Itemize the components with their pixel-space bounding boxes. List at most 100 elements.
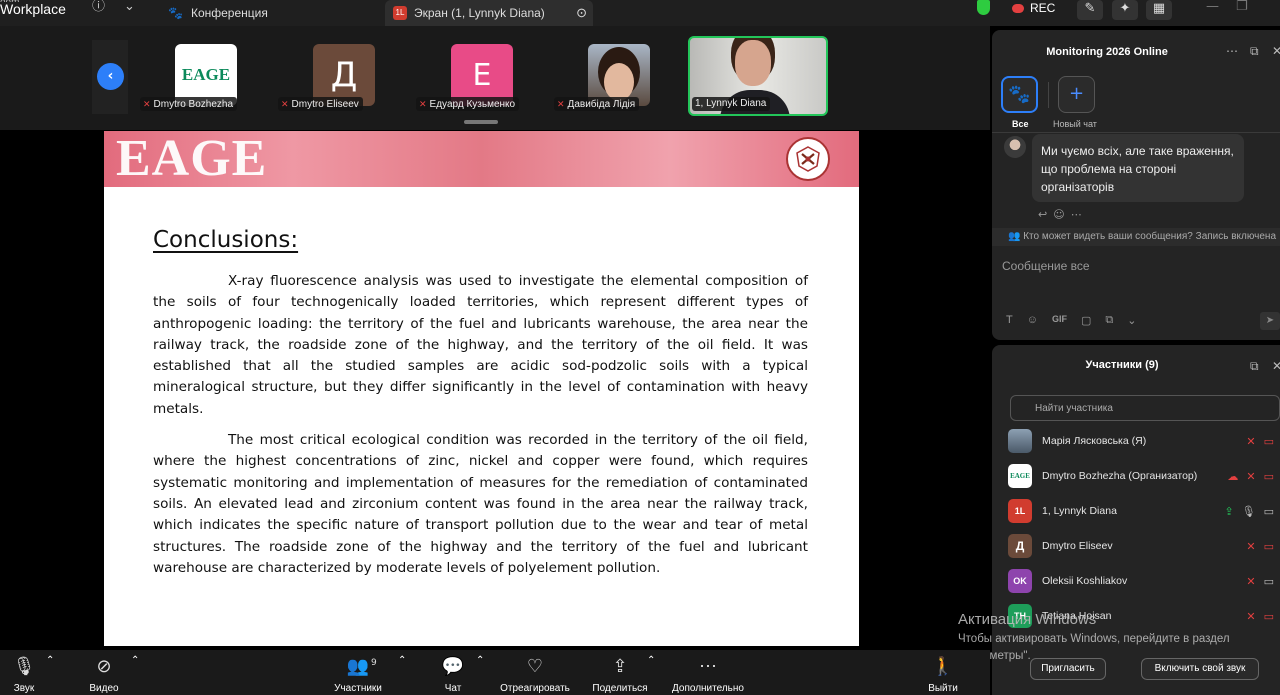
annotate-pen-icon[interactable]: ✎ xyxy=(1077,0,1103,20)
participant-row[interactable]: Марія Лясковська (Я) ✕ ▭ xyxy=(1008,429,1280,453)
video-off-icon: ▭ xyxy=(1263,539,1274,553)
emoji-react-icon[interactable]: ☺ xyxy=(1053,208,1070,221)
chat-options-caret[interactable]: ⌃ xyxy=(476,655,484,666)
participant-row[interactable]: EAGE Dmytro Bozhezha (Организатор) ☁ ✕ ▭ xyxy=(1008,464,1280,488)
participants-count: 9 xyxy=(371,658,377,668)
participants-close-icon[interactable]: ✕ xyxy=(1272,359,1280,373)
audio-label: Звук xyxy=(13,683,35,694)
sender-avatar xyxy=(1004,136,1026,158)
leave-button[interactable]: 🚶 Выйти xyxy=(926,655,960,694)
participant-avatar: EAGE xyxy=(1008,464,1032,488)
participants-popout-icon[interactable]: ⧉ xyxy=(1250,359,1259,374)
chat-button[interactable]: 💬 Чат xyxy=(440,655,466,694)
people-icon: 👥 xyxy=(346,656,370,676)
recording-indicator[interactable]: REC xyxy=(1012,0,1055,16)
unmute-self-button[interactable]: Включить свой звук xyxy=(1141,658,1259,680)
tab-screen-share[interactable]: 1L Экран (1, Lynnyk Diana) ⊙ xyxy=(385,0,593,26)
send-icon[interactable]: ➤ xyxy=(1260,312,1280,330)
reply-icon[interactable]: ↩ xyxy=(1038,208,1053,221)
thumb-name-text: Dmytro Eliseev xyxy=(291,99,359,110)
chat-more-icon[interactable]: ⋯ xyxy=(1226,44,1238,58)
tab-screen-label: Экран (1, Lynnyk Diana) xyxy=(414,6,545,20)
minimize-icon[interactable]: — xyxy=(1206,0,1219,14)
thumb-name-eliseev: ✕ Dmytro Eliseev xyxy=(278,97,363,111)
message-actions: ↩☺⋯ xyxy=(1038,208,1088,221)
participant-name: Oleksii Koshliakov xyxy=(1042,575,1128,587)
tab-conference-label: Конференция xyxy=(190,6,268,20)
meeting-toolbar: 🎙 Звук ⌃ ⊘ Видео ⌃ 👥 Участники 9 ⌃ 💬 Чат… xyxy=(0,650,990,695)
mic-muted-icon: ✕ xyxy=(143,99,151,109)
chat-visibility-notice[interactable]: 👥 Кто может видеть ваши сообщения? Запис… xyxy=(992,228,1280,246)
new-chat-label: Новый чат xyxy=(1053,119,1097,129)
more-dots-icon: ⋯ xyxy=(699,656,717,676)
video-options-caret[interactable]: ⌃ xyxy=(131,655,139,666)
chat-close-icon[interactable]: ✕ xyxy=(1272,44,1280,58)
tab-conference[interactable]: 🐾 Конференция xyxy=(160,0,380,26)
gif-button[interactable]: GIF xyxy=(1052,314,1067,327)
react-label: Отреагировать xyxy=(500,683,570,694)
info-icon[interactable]: ⓘ xyxy=(92,0,105,14)
thumb-name-bozhezha: ✕ Dmytro Bozhezha xyxy=(140,97,238,111)
message-more-icon[interactable]: ⋯ xyxy=(1071,208,1088,221)
chat-btn-divider xyxy=(1048,82,1049,108)
participant-row[interactable]: 1L 1, Lynnyk Diana ⇪ 🎙 ▭ xyxy=(1008,499,1280,523)
slide-banner-title: EAGE xyxy=(116,131,268,187)
participant-avatar: OK xyxy=(1008,569,1032,593)
video-off-icon: ▭ xyxy=(1263,609,1274,623)
thumb-name-text: Dmytro Bozhezha xyxy=(153,99,234,110)
participant-avatar: 1L xyxy=(1008,499,1032,523)
participant-search-input[interactable] xyxy=(1010,395,1280,421)
chat-divider xyxy=(992,132,1280,133)
app-title-line2: Workplace xyxy=(0,1,66,17)
participant-row[interactable]: Д Dmytro Eliseev ✕ ▭ xyxy=(1008,534,1280,558)
chevron-down-icon[interactable]: ⌄ xyxy=(124,0,135,14)
audio-options-caret[interactable]: ⌃ xyxy=(46,655,54,666)
chat-all-label: Все xyxy=(1012,119,1029,129)
chat-message-bubble: Ми чуємо всіх, але таке враження, що про… xyxy=(1032,134,1244,202)
chat-popout-icon[interactable]: ⧉ xyxy=(1250,44,1259,59)
share-label: Поделиться xyxy=(592,683,648,694)
mic-muted-icon: ✕ xyxy=(419,99,427,109)
participants-button[interactable]: 👥 Участники xyxy=(330,655,386,694)
security-shield-icon[interactable] xyxy=(977,0,990,15)
video-off-icon: ▭ xyxy=(1263,434,1274,448)
thumb-name-text: Давибіда Лідія xyxy=(567,99,636,110)
text-format-icon[interactable]: T xyxy=(1006,314,1013,327)
restore-icon[interactable]: ❐ xyxy=(1236,0,1248,14)
app-title: oom Workplace xyxy=(0,0,66,16)
share-options-caret[interactable]: ⌃ xyxy=(647,655,655,666)
more-button[interactable]: ⋯ Дополнительно xyxy=(667,655,749,694)
thumb-name-text: Едуард Кузьменко xyxy=(429,99,516,110)
active-speaker-tile[interactable]: 1, Lynnyk Diana xyxy=(688,36,828,116)
mic-muted-icon: ✕ xyxy=(1246,609,1256,623)
video-button[interactable]: ⊘ Видео xyxy=(86,655,122,694)
invite-button[interactable]: Пригласить xyxy=(1030,658,1106,680)
share-button[interactable]: ⇪ Поделиться xyxy=(590,655,650,694)
chat-bubble-icon: 💬 xyxy=(441,656,465,676)
chat-message-input[interactable] xyxy=(1002,256,1262,276)
share-screen-icon: ⇪ xyxy=(612,656,628,676)
more-options-icon[interactable]: ⊙ xyxy=(576,5,587,21)
new-chat-button[interactable]: + xyxy=(1058,76,1095,113)
chevron-down-icon[interactable]: ⌄ xyxy=(1127,314,1136,327)
paw-icon: 🐾 xyxy=(168,6,183,20)
slide-paragraph: X-ray fluorescence analysis was used to … xyxy=(153,273,808,417)
participant-row[interactable]: OK Oleksii Koshliakov ✕ ▭ xyxy=(1008,569,1280,593)
emoji-icon[interactable]: ☺ xyxy=(1027,314,1038,327)
file-icon[interactable]: ▢ xyxy=(1081,314,1091,327)
cloud-record-icon: ☁ xyxy=(1227,469,1239,483)
participants-options-caret[interactable]: ⌃ xyxy=(398,655,406,666)
chat-all-button[interactable]: 🐾 xyxy=(1001,76,1038,113)
strip-prev-button[interactable]: ‹ xyxy=(97,63,124,90)
react-button[interactable]: ♡ Отреагировать xyxy=(497,655,573,694)
strip-resize-handle[interactable] xyxy=(464,120,498,124)
paw-icon: 🐾 xyxy=(1008,84,1031,105)
participants-label: Участники xyxy=(334,683,382,694)
screenshot-icon[interactable]: ⧉ xyxy=(1105,314,1113,327)
apps-grid-icon[interactable]: ▦ xyxy=(1146,0,1172,20)
mic-muted-icon: ✕ xyxy=(557,99,565,109)
ai-sparkle-icon[interactable]: ✦ xyxy=(1112,0,1138,20)
slide-body: X-ray fluorescence analysis was used to … xyxy=(153,271,808,589)
audio-button[interactable]: 🎙 Звук xyxy=(10,655,38,694)
mic-muted-icon: ✕ xyxy=(1246,469,1256,483)
